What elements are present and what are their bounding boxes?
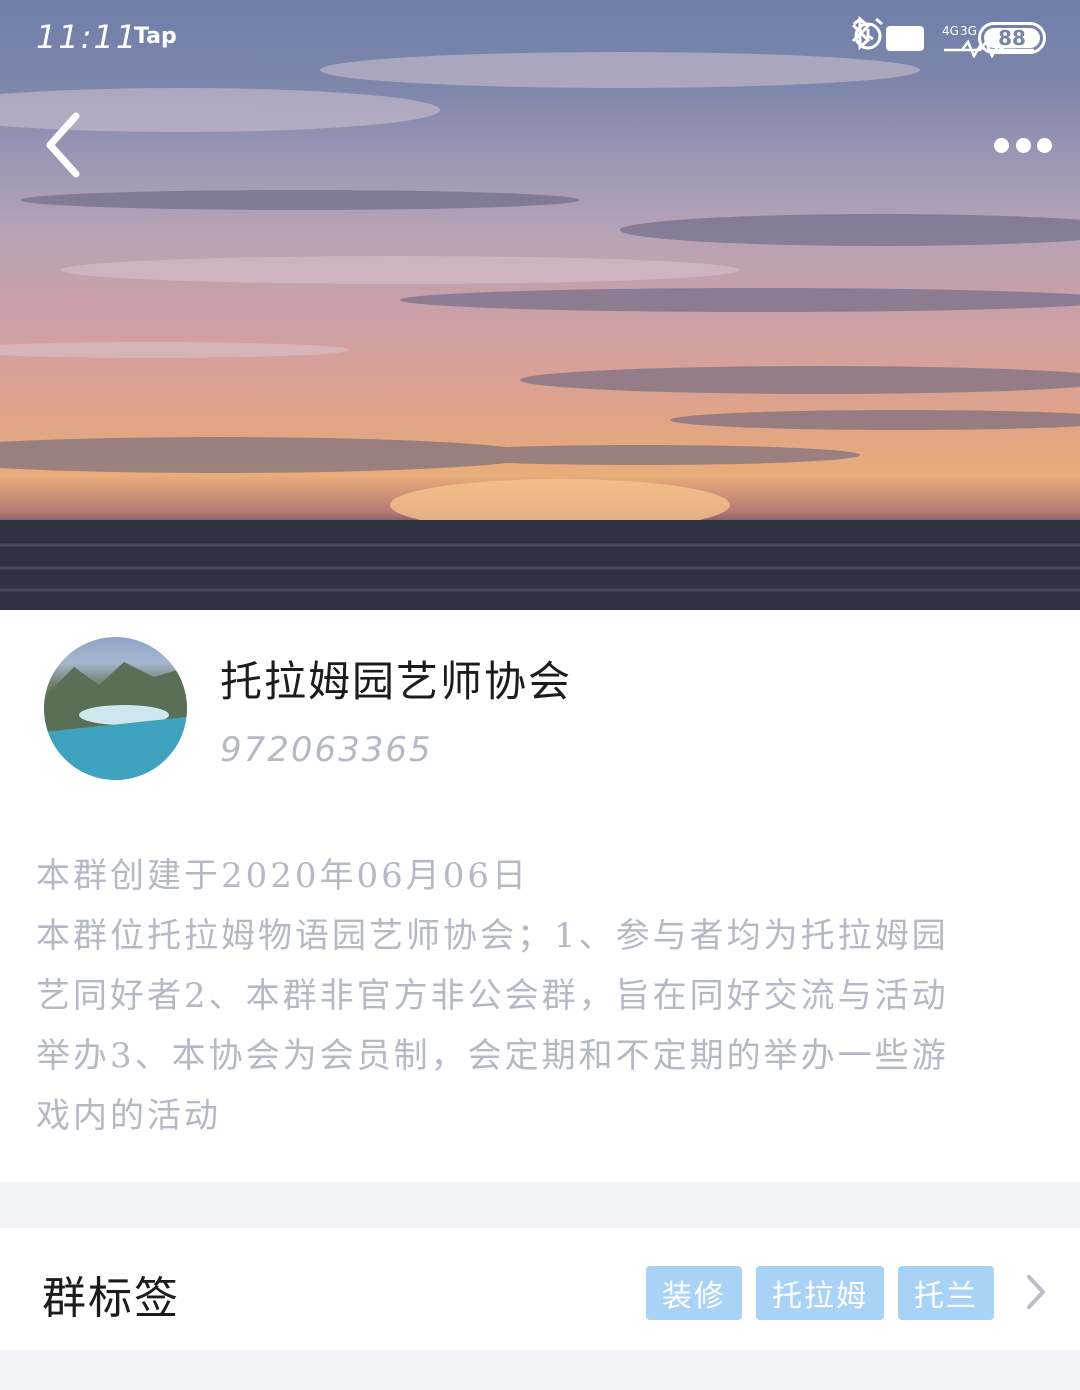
more-options-button[interactable] — [990, 128, 1056, 162]
description-line: 本群创建于2020年06月06日 — [36, 856, 530, 896]
back-button[interactable] — [40, 110, 90, 180]
group-avatar[interactable] — [44, 637, 187, 780]
tag-chip[interactable]: 装修 — [646, 1266, 742, 1320]
group-id: 972063365 — [220, 730, 433, 770]
group-info-card: 托拉姆园艺师协会 972063365 本群创建于2020年06月06日 本群位托… — [0, 610, 1080, 1182]
group-tags-row[interactable]: 群标签 装修 托拉姆 托兰 — [0, 1228, 1080, 1350]
avatar-landscape-image — [44, 662, 187, 780]
more-dots-icon — [994, 137, 1009, 153]
group-tags-list: 装修 托拉姆 托兰 — [646, 1266, 994, 1320]
sunset-scene — [0, 52, 1080, 610]
description-line: 艺同好者2、本群非官方非公会群，旨在同好交流与活动 — [36, 976, 949, 1016]
more-dot — [1015, 137, 1031, 153]
more-dot — [1037, 137, 1052, 153]
description-line: 戏内的活动 — [36, 1096, 221, 1136]
status-time: 11:11 — [36, 18, 139, 56]
tag-chip[interactable]: 托拉姆 — [756, 1266, 884, 1320]
tag-chip[interactable]: 托兰 — [898, 1266, 994, 1320]
network-4g-label: 4G — [942, 24, 959, 38]
network-3g-label: 3G — [960, 24, 977, 38]
group-description: 本群创建于2020年06月06日 本群位托拉姆物语园艺师协会；1、参与者均为托拉… — [36, 846, 1026, 1146]
group-name: 托拉姆园艺师协会 — [220, 657, 573, 706]
status-icons: HD 4G 3G 88 — [850, 16, 1046, 60]
chevron-left-icon — [46, 112, 80, 178]
header-background-image: 11:11 Tap HD 4G 3G 88 — [0, 0, 1080, 610]
chevron-right-icon — [1027, 1275, 1045, 1309]
description-line: 本群位托拉姆物语园艺师协会；1、参与者均为托拉姆园 — [36, 916, 949, 956]
status-app-label: Tap — [134, 24, 177, 49]
group-tags-title: 群标签 — [42, 1273, 180, 1324]
hd-badge: HD — [885, 25, 924, 51]
status-bar: 11:11 Tap HD 4G 3G 88 — [0, 0, 1080, 76]
description-line: 举办3、本协会为会员制，会定期和不定期的举办一些游 — [36, 1036, 949, 1076]
